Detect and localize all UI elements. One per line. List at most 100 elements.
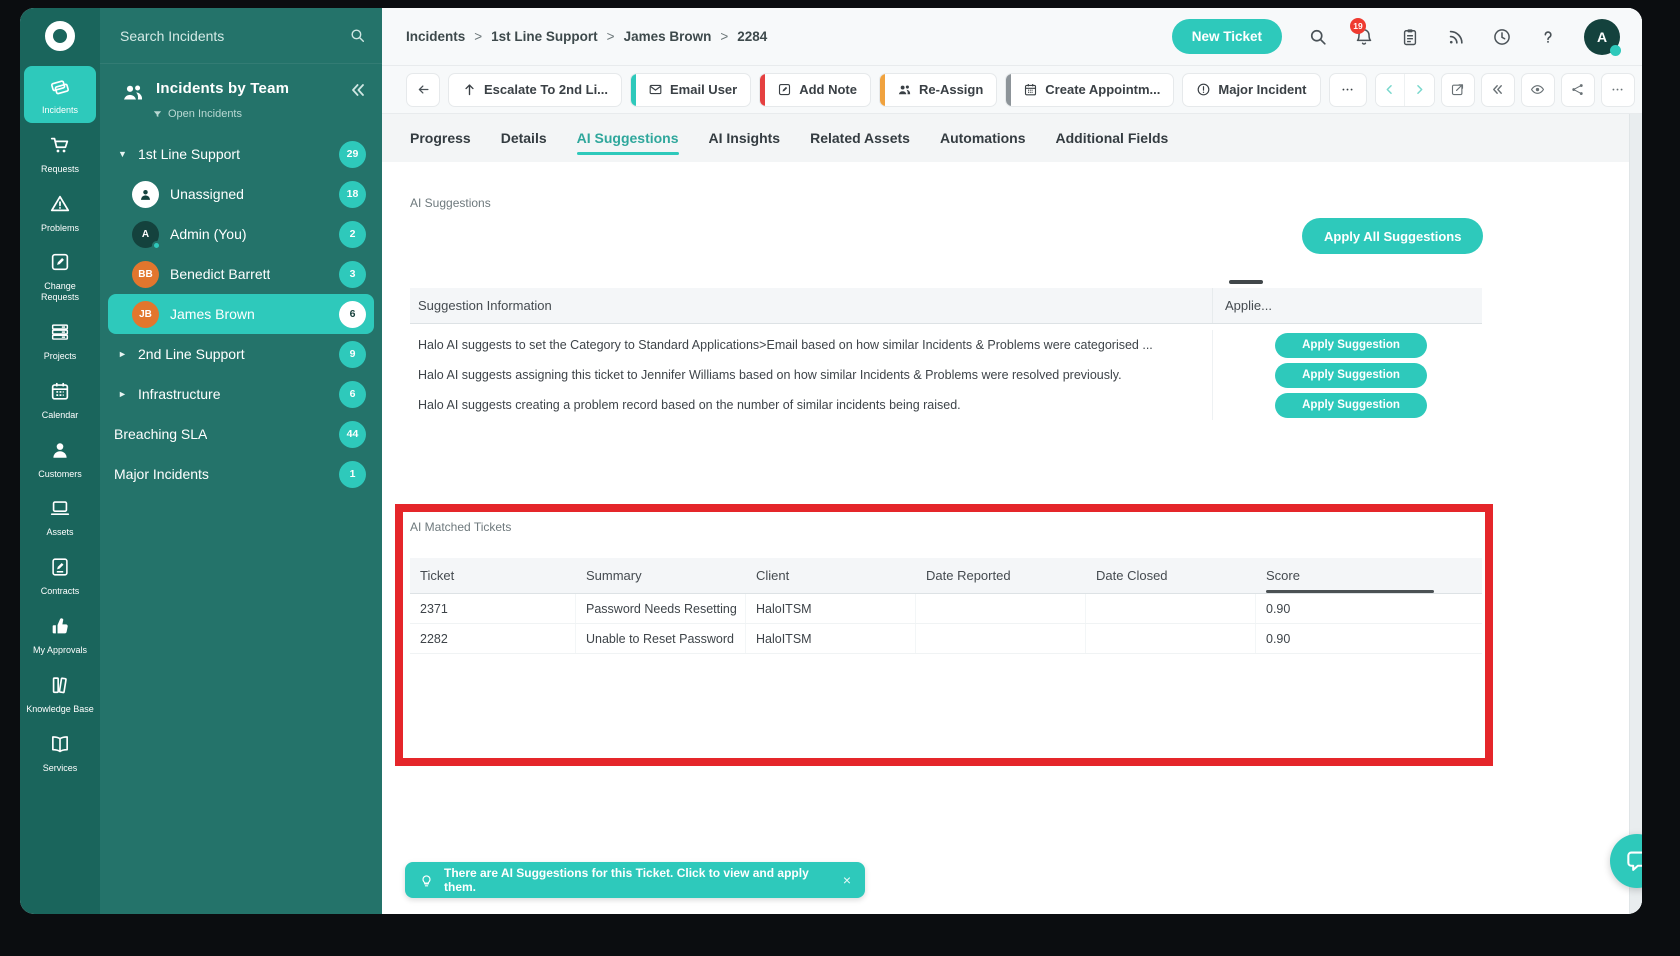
sidebar-item-admin-you[interactable]: A Admin (You) 2	[108, 214, 374, 254]
rail-item-calendar[interactable]: Calendar	[24, 371, 96, 428]
toolbar-escalate-to-2nd-li-button[interactable]: Escalate To 2nd Li...	[448, 73, 622, 107]
rail-item-services[interactable]: Services	[24, 724, 96, 781]
rail-item-my-approvals[interactable]: My Approvals	[24, 606, 96, 663]
pencil-square-icon	[777, 82, 792, 97]
matched-col-date-closed[interactable]: Date Closed	[1086, 558, 1256, 593]
apply-all-suggestions-button[interactable]: Apply All Suggestions	[1302, 218, 1483, 254]
sidebar-search[interactable]	[100, 8, 382, 64]
ellipsis-icon	[1610, 82, 1625, 97]
clipboard-button[interactable]	[1400, 27, 1420, 47]
ellipsis-button[interactable]	[1601, 73, 1635, 107]
rail-item-customers[interactable]: Customers	[24, 430, 96, 487]
header-icons: 19	[1308, 27, 1558, 47]
sidebar-item-major-incidents[interactable]: Major Incidents 1	[108, 454, 374, 494]
double-chevron-left-icon[interactable]	[348, 80, 368, 100]
matched-ticket-row[interactable]: 2371Password Needs ResettingHaloITSM0.90	[410, 594, 1482, 624]
breadcrumb-separator: >	[474, 29, 482, 44]
back-button[interactable]	[406, 73, 440, 107]
rail-item-incidents[interactable]: Incidents	[24, 66, 96, 123]
rail-item-contracts[interactable]: Contracts	[24, 547, 96, 604]
rail-item-requests[interactable]: Requests	[24, 125, 96, 182]
sidebar-item-benedict-barrett[interactable]: BB Benedict Barrett 3	[108, 254, 374, 294]
matched-col-score[interactable]: Score	[1256, 558, 1482, 593]
tab-ai-suggestions[interactable]: AI Suggestions	[577, 114, 679, 162]
search-input[interactable]	[120, 28, 349, 44]
rss-button[interactable]	[1446, 27, 1466, 47]
toolbar-create-appointm-button[interactable]: Create Appointm...	[1005, 73, 1174, 107]
tab-details[interactable]: Details	[501, 114, 547, 162]
tab-progress[interactable]: Progress	[410, 114, 471, 162]
apply-suggestion-button[interactable]: Apply Suggestion	[1275, 393, 1427, 418]
breadcrumb-item-james-brown[interactable]: James Brown	[624, 29, 712, 44]
sidebar-tree: ▼ 1st Line Support 29 Unassigned 18 A Ad…	[100, 120, 382, 494]
sidebar-item-unassigned[interactable]: Unassigned 18	[108, 174, 374, 214]
double-chevron-left-button[interactable]	[1481, 73, 1515, 107]
user-avatar[interactable]: A	[1584, 19, 1620, 55]
tab-additional-fields[interactable]: Additional Fields	[1056, 114, 1169, 162]
rail-item-projects[interactable]: Projects	[24, 312, 96, 369]
matched-col-client[interactable]: Client	[746, 558, 916, 593]
breadcrumb-separator: >	[720, 29, 728, 44]
matched-cell: 0.90	[1256, 624, 1482, 653]
rail-item-problems[interactable]: Problems	[24, 184, 96, 241]
breadcrumb-item-incidents[interactable]: Incidents	[406, 29, 465, 44]
tab-ai-insights[interactable]: AI Insights	[709, 114, 781, 162]
rail-item-change-requests[interactable]: Change Requests	[24, 242, 96, 310]
main-scrollbar[interactable]	[1629, 114, 1642, 914]
sidebar-item-breaching-sla[interactable]: Breaching SLA 44	[108, 414, 374, 454]
column-header-applied[interactable]: Applie...	[1212, 288, 1482, 323]
suggestion-row[interactable]: Halo AI suggests creating a problem reco…	[410, 390, 1482, 420]
matched-col-summary[interactable]: Summary	[576, 558, 746, 593]
tab-automations[interactable]: Automations	[940, 114, 1026, 162]
toolbar-email-user-button[interactable]: Email User	[630, 73, 751, 107]
apply-suggestion-button[interactable]: Apply Suggestion	[1275, 333, 1427, 358]
chevron-right-button[interactable]	[1405, 74, 1434, 106]
tickets-icon	[49, 75, 71, 97]
chevron-left-button[interactable]	[1376, 74, 1405, 106]
toolbar-add-note-button[interactable]: Add Note	[759, 73, 871, 107]
breadcrumb-item-1st-line-support[interactable]: 1st Line Support	[491, 29, 598, 44]
rail-item-knowledge-base[interactable]: Knowledge Base	[24, 665, 96, 722]
sidebar-item-james-brown[interactable]: JB James Brown 6	[108, 294, 374, 334]
sidebar-item-2nd-line-support[interactable]: ► 2nd Line Support 9	[108, 334, 374, 374]
logo-ring-icon	[45, 21, 75, 51]
edit-box-button[interactable]	[1441, 73, 1475, 107]
count-badge: 1	[339, 461, 366, 488]
app-logo[interactable]	[20, 8, 100, 64]
toast-close-button[interactable]: ×	[843, 872, 851, 888]
suggestion-text: Halo AI suggests assigning this ticket t…	[410, 368, 1212, 382]
eye-button[interactable]	[1521, 73, 1555, 107]
matched-cell	[916, 624, 1086, 653]
suggestion-row[interactable]: Halo AI suggests assigning this ticket t…	[410, 360, 1482, 390]
rss-icon	[1446, 34, 1466, 51]
matched-col-date-reported[interactable]: Date Reported	[916, 558, 1086, 593]
clock-button[interactable]	[1492, 27, 1512, 47]
question-button[interactable]	[1538, 27, 1558, 47]
matched-cell	[1086, 594, 1256, 623]
toolbar-re-assign-button[interactable]: Re-Assign	[879, 73, 997, 107]
header-actions: New Ticket 19 A	[1172, 19, 1620, 55]
caret-icon: ►	[118, 349, 138, 359]
new-ticket-button[interactable]: New Ticket	[1172, 19, 1282, 54]
bell-button[interactable]: 19	[1354, 27, 1374, 47]
column-resize-handle[interactable]	[1229, 280, 1263, 284]
ai-matched-tickets-table: TicketSummaryClientDate ReportedDate Clo…	[410, 558, 1482, 654]
toolbar-buttons: Escalate To 2nd Li... Email User Add Not…	[448, 73, 1367, 107]
suggestion-row[interactable]: Halo AI suggests to set the Category to …	[410, 330, 1482, 360]
chat-fab-button[interactable]	[1610, 834, 1642, 888]
toolbar-major-incident-button[interactable]: Major Incident	[1182, 73, 1320, 107]
matched-ticket-row[interactable]: 2282Unable to Reset PasswordHaloITSM0.90	[410, 624, 1482, 654]
column-header-suggestion-information[interactable]: Suggestion Information	[410, 298, 1212, 313]
search-button[interactable]	[1308, 27, 1328, 47]
tab-related-assets[interactable]: Related Assets	[810, 114, 910, 162]
rail-item-assets[interactable]: Assets	[24, 488, 96, 545]
ai-suggestions-toast[interactable]: There are AI Suggestions for this Ticket…	[405, 862, 865, 898]
sidebar-filter[interactable]: Open Incidents	[100, 108, 382, 120]
breadcrumb-item-2284[interactable]: 2284	[737, 29, 767, 44]
sidebar-item-1st-line-support[interactable]: ▼ 1st Line Support 29	[108, 134, 374, 174]
sidebar-item-infrastructure[interactable]: ► Infrastructure 6	[108, 374, 374, 414]
matched-col-ticket[interactable]: Ticket	[410, 558, 576, 593]
apply-suggestion-button[interactable]: Apply Suggestion	[1275, 363, 1427, 388]
toolbar-more-button[interactable]	[1329, 73, 1367, 107]
share-button[interactable]	[1561, 73, 1595, 107]
